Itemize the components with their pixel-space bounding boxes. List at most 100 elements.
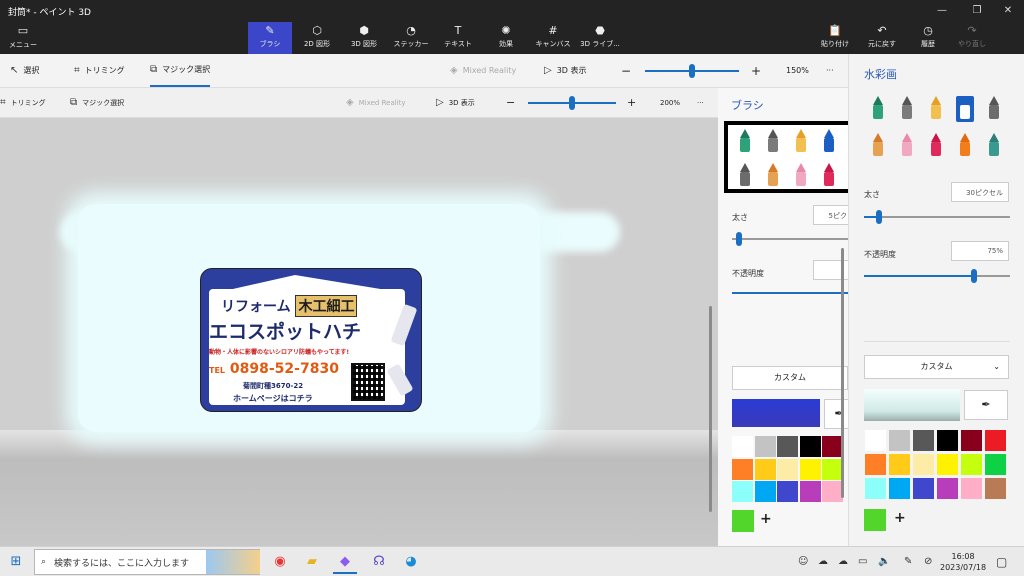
crayon-brush[interactable]: [820, 163, 838, 189]
paint-3d-icon[interactable]: ◆: [333, 550, 357, 574]
minimize-icon[interactable]: —: [926, 0, 958, 22]
oil-brush[interactable]: [927, 96, 945, 122]
current-color[interactable]: [864, 509, 886, 531]
inner-thickness-input[interactable]: 5ピク: [813, 205, 853, 225]
color-swatch[interactable]: [732, 458, 753, 480]
crayon-brush[interactable]: [927, 133, 945, 159]
spray-can-brush[interactable]: [956, 133, 974, 159]
thickness-slider[interactable]: [864, 216, 1010, 218]
command-2d-shapes-button[interactable]: ⬡ 2D 図形: [295, 22, 339, 54]
trim-button[interactable]: ⌗ トリミング: [74, 54, 125, 87]
pencil-brush[interactable]: [764, 163, 782, 189]
command-effects-button[interactable]: ✺ 効果: [484, 22, 528, 54]
color-swatch[interactable]: [754, 436, 776, 457]
taskbar-clock[interactable]: 16:08 2023/07/18: [940, 551, 986, 573]
battery-icon[interactable]: ▭: [858, 547, 867, 576]
pencil-brush[interactable]: [869, 133, 887, 159]
color-swatch[interactable]: [961, 454, 982, 475]
color-swatch[interactable]: [889, 430, 910, 451]
inner-zoom-in-button[interactable]: +: [627, 88, 636, 117]
inner-opacity-slider[interactable]: [732, 292, 848, 294]
inner-zoom-out-button[interactable]: −: [506, 88, 515, 117]
view-3d-button[interactable]: ▷ 3D 表示: [544, 54, 587, 87]
color-swatch[interactable]: [937, 478, 958, 499]
inner-trim-button[interactable]: ⌗ トリミング: [0, 88, 46, 117]
color-swatch[interactable]: [822, 458, 843, 480]
select-tool-button[interactable]: ↖ 選択: [10, 54, 39, 87]
color-swatch[interactable]: [732, 436, 753, 457]
inner-panel-scrollbar[interactable]: [841, 248, 844, 498]
windows-start-icon[interactable]: ⊞: [4, 550, 28, 574]
opacity-slider-thumb[interactable]: [970, 269, 977, 283]
zoom-slider-thumb[interactable]: [689, 64, 695, 78]
pen-icon[interactable]: ✎: [904, 547, 912, 576]
marker-brush[interactable]: [869, 96, 887, 122]
inner-thickness-thumb[interactable]: [736, 232, 742, 246]
color-swatch[interactable]: [822, 481, 843, 502]
command-text-button[interactable]: T テキスト: [436, 22, 480, 54]
inner-more-options-button[interactable]: ···: [697, 88, 704, 117]
color-swatch[interactable]: [913, 430, 934, 451]
color-swatch[interactable]: [985, 478, 1006, 499]
fill-bucket-brush[interactable]: [985, 133, 1003, 159]
inner-current-color[interactable]: [732, 510, 754, 532]
command-3d-library-button[interactable]: ⬣ 3D ライブ...: [578, 22, 622, 54]
command-brush-button[interactable]: ✎ ブラシ: [248, 22, 292, 54]
menu-button[interactable]: ▭ メニュー: [6, 24, 40, 52]
color-swatch[interactable]: [732, 481, 753, 502]
inner-view-3d-button[interactable]: ▷ 3D 表示: [436, 88, 475, 117]
color-swatch[interactable]: [865, 454, 886, 475]
inner-opacity-input[interactable]: [813, 260, 853, 280]
action-center-icon[interactable]: ▢: [996, 547, 1007, 576]
more-options-button[interactable]: ···: [826, 54, 834, 87]
people-icon[interactable]: ☺: [798, 547, 808, 576]
chrome-icon[interactable]: ◉: [268, 550, 292, 574]
inner-zoom-slider-thumb[interactable]: [569, 96, 575, 110]
headset-icon[interactable]: ☊: [367, 550, 391, 574]
color-swatch[interactable]: [799, 481, 821, 502]
color-swatch[interactable]: [822, 436, 843, 457]
color-swatch[interactable]: [865, 478, 886, 499]
mixed-reality-button[interactable]: ◈ Mixed Reality: [450, 54, 516, 87]
maximize-icon[interactable]: ❐: [961, 0, 993, 22]
inner-custom-dropdown[interactable]: カスタム: [732, 366, 848, 390]
calligraphy-pen-brush[interactable]: [898, 96, 916, 122]
volume-icon[interactable]: 🔈: [878, 547, 890, 576]
zoom-out-button[interactable]: −: [621, 54, 631, 87]
magic-select-button[interactable]: ⧉ マジック選択: [150, 54, 211, 87]
color-swatch[interactable]: [889, 478, 910, 499]
history-button[interactable]: ◷ 履歴: [906, 22, 950, 54]
thickness-slider-thumb[interactable]: [875, 210, 882, 224]
canvas-scrollbar[interactable]: [709, 306, 712, 512]
color-swatch[interactable]: [985, 454, 1006, 475]
color-swatch[interactable]: [777, 481, 798, 502]
cloud-icon[interactable]: ☁: [818, 547, 828, 576]
color-swatch[interactable]: [913, 454, 934, 475]
pixel-pen-brush[interactable]: [736, 163, 754, 189]
redo-button[interactable]: ↷ やり直し: [950, 22, 994, 54]
color-swatch[interactable]: [961, 430, 982, 451]
color-swatch[interactable]: [754, 458, 776, 480]
inner-mixed-reality-button[interactable]: ◈ Mixed Reality: [346, 88, 406, 117]
business-card-image[interactable]: リフォーム 木工細工 エコスポットハチ 動物・人体に影響のないシロアリ防蟻もやっ…: [200, 268, 422, 412]
pixel-pen-brush[interactable]: [985, 96, 1003, 122]
drawing-canvas[interactable]: リフォーム 木工細工 エコスポットハチ 動物・人体に影響のないシロアリ防蟻もやっ…: [0, 118, 718, 546]
calligraphy-pen-brush[interactable]: [764, 129, 782, 155]
zoom-in-button[interactable]: +: [751, 54, 761, 87]
eyedropper-button[interactable]: ✒: [964, 390, 1008, 420]
thickness-input[interactable]: 30ピクセル: [951, 182, 1009, 202]
watercolor-brush[interactable]: [956, 96, 974, 122]
color-swatch[interactable]: [961, 478, 982, 499]
eraser-brush[interactable]: [898, 133, 916, 159]
oil-brush[interactable]: [792, 129, 810, 155]
add-color-button[interactable]: +: [894, 510, 906, 526]
undo-button[interactable]: ↶ 元に戻す: [860, 22, 904, 54]
command-canvas-button[interactable]: # キャンバス: [531, 22, 575, 54]
command-sticker-button[interactable]: ◔ ステッカー: [389, 22, 433, 54]
edge-icon[interactable]: ◕: [399, 550, 423, 574]
color-swatch[interactable]: [777, 436, 798, 457]
color-swatch[interactable]: [913, 478, 934, 499]
custom-dropdown[interactable]: カスタム ⌄: [864, 355, 1009, 379]
color-swatch[interactable]: [865, 430, 886, 451]
close-icon[interactable]: ✕: [992, 0, 1024, 22]
